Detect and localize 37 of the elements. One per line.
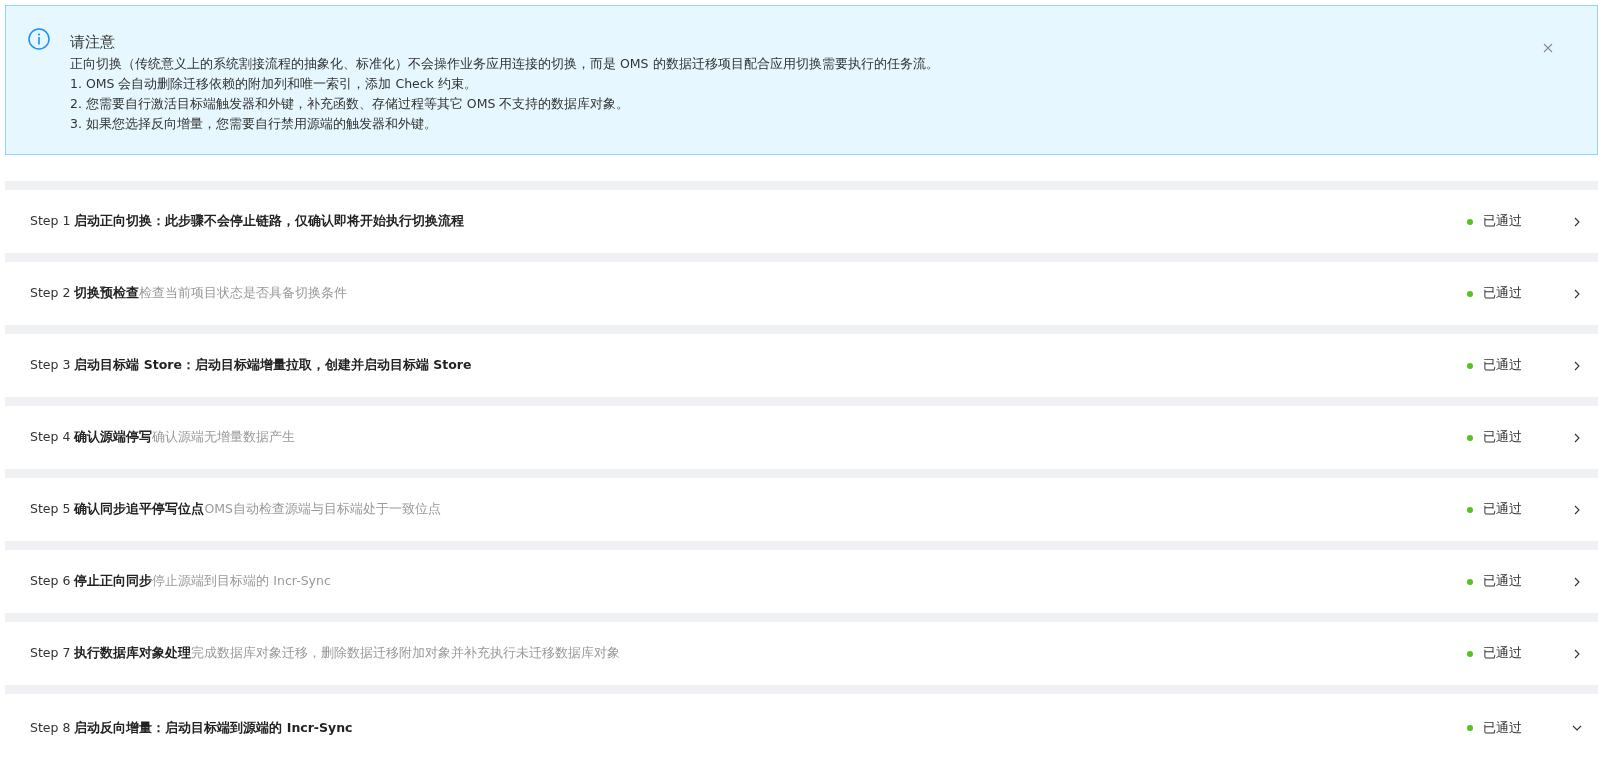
step-panel[interactable]: Step 8 启动反向增量：启动目标端到源端的 Incr-Sync 已通过 [5,694,1598,777]
close-icon[interactable] [1543,43,1553,53]
chevron-right-icon[interactable] [1572,648,1582,659]
chevron-right-icon[interactable] [1572,576,1582,587]
status-text: 已通过 [1483,720,1522,737]
status-text: 已通过 [1483,573,1522,590]
notice-title: 请注意 [70,32,116,53]
chevron-down-icon[interactable] [1572,723,1582,733]
info-icon [28,28,50,50]
step-heading: Step 7 执行数据库对象处理完成数据库对象迁移，删除数据迁移附加对象并补充执行未迁移数据库对象 [30,645,622,662]
chevron-right-icon[interactable] [1572,504,1582,515]
status-text: 已通过 [1483,429,1522,446]
step-panel[interactable]: Step 1 启动正向切换：此步骤不会停止链路，仅确认即将开始执行切换流程 已通过 [5,190,1598,253]
step-panel[interactable]: Step 4 确认源端停写确认源端无增量数据产生 已通过 [5,406,1598,469]
step-panel[interactable]: Step 2 切换预检查检查当前项目状态是否具备切换条件 已通过 [5,262,1598,325]
step-heading: Step 4 确认源端停写确认源端无增量数据产生 [30,429,297,446]
step-heading: Step 1 启动正向切换：此步骤不会停止链路，仅确认即将开始执行切换流程 [30,213,466,230]
status-text: 已通过 [1483,285,1522,302]
notice-line: 2. 您需要自行激活目标端触发器和外键，补充函数、存储过程等其它 OMS 不支持的数据库对象。 [70,95,631,113]
step-heading: Step 3 启动目标端 Store：启动目标端增量拉取，创建并启动目标端 Store [30,357,473,374]
notice-line: 3. 如果您选择反向增量，您需要自行禁用源端的触发器和外键。 [70,115,438,133]
step-panel[interactable]: Step 3 启动目标端 Store：启动目标端增量拉取，创建并启动目标端 Store 已通过 [5,334,1598,397]
step-heading: Step 2 切换预检查检查当前项目状态是否具备切换条件 [30,285,349,302]
status-text: 已通过 [1483,213,1522,230]
notice-line: 1. OMS 会自动删除迁移依赖的附加列和唯一索引，添加 Check 约束。 [70,75,478,93]
step-panel[interactable]: Step 6 停止正向同步停止源端到目标端的 Incr-Sync 已通过 [5,550,1598,613]
step-heading: Step 6 停止正向同步停止源端到目标端的 Incr-Sync [30,573,332,590]
status-text: 已通过 [1483,645,1522,662]
status-text: 已通过 [1483,357,1522,374]
chevron-right-icon[interactable] [1572,288,1582,299]
chevron-right-icon[interactable] [1572,360,1582,371]
chevron-right-icon[interactable] [1572,216,1582,227]
notice-line: 正向切换（传统意义上的系统割接流程的抽象化、标准化）不会操作业务应用连接的切换，而是 OMS 的数据迁移项目配合应用切换需要执行的任务流。 [70,55,940,73]
chevron-right-icon[interactable] [1572,432,1582,443]
status-text: 已通过 [1483,501,1522,518]
step-heading: Step 8 启动反向增量：启动目标端到源端的 Incr-Sync [30,720,354,737]
step-panel[interactable]: Step 7 执行数据库对象处理完成数据库对象迁移，删除数据迁移附加对象并补充执行未迁移数据库对象 已通过 [5,622,1598,685]
